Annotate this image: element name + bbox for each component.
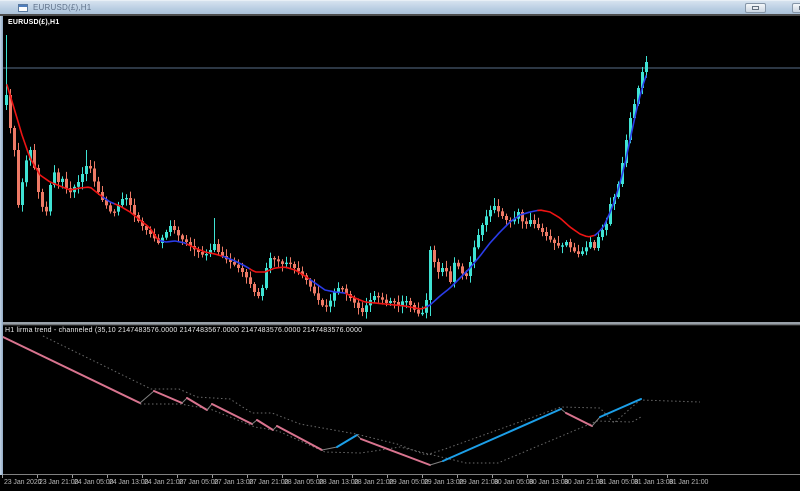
- time-axis-label: 29 Jan 05:00: [389, 479, 429, 486]
- symbol-period-label: EURUSD(£),H1: [8, 19, 60, 26]
- edge-window-button[interactable]: [792, 3, 800, 13]
- time-axis-label: 30 Jan 13:00: [529, 479, 569, 486]
- time-axis-tick: [667, 475, 668, 478]
- restore-window-icon: [752, 6, 759, 10]
- time-axis-tick: [142, 475, 143, 478]
- time-axis-label: 24 Jan 05:00: [74, 479, 114, 486]
- restore-window-button[interactable]: [745, 3, 766, 13]
- time-axis-label: 23 Jan 21:00: [39, 479, 79, 486]
- time-axis-label: 29 Jan 13:00: [424, 479, 464, 486]
- time-axis-label: 30 Jan 05:00: [494, 479, 534, 486]
- time-axis-label: 31 Jan 13:00: [634, 479, 674, 486]
- titlebar[interactable]: EURUSD(£),H1: [0, 0, 800, 14]
- time-axis-label: 29 Jan 21:00: [459, 479, 499, 486]
- time-axis-label: 31 Jan 05:00: [599, 479, 639, 486]
- time-axis-label: 27 Jan 13:00: [214, 479, 254, 486]
- time-axis-label: 28 Jan 05:00: [284, 479, 324, 486]
- time-axis-tick: [247, 475, 248, 478]
- time-axis-tick: [282, 475, 283, 478]
- titlebar-underline: [0, 14, 800, 16]
- time-axis-label: 24 Jan 13:00: [109, 479, 149, 486]
- time-axis-tick: [492, 475, 493, 478]
- time-axis-tick: [387, 475, 388, 478]
- time-axis-tick: [597, 475, 598, 478]
- chart-window-icon: [18, 3, 28, 12]
- time-axis-tick: [37, 475, 38, 478]
- window-left-border: [0, 16, 3, 491]
- time-axis-label: 23 Jan 2020: [4, 479, 42, 486]
- time-axis-label: 24 Jan 21:00: [144, 479, 184, 486]
- chart-window: EURUSD(£),H1 EURUSD(£),H1 H1 lirma trend…: [0, 0, 800, 491]
- time-axis-label: 28 Jan 21:00: [354, 479, 394, 486]
- time-axis[interactable]: 23 Jan 2020 23 Jan 21:00 24 Jan 05:00 24 Ja…: [0, 475, 800, 491]
- time-axis-tick: [352, 475, 353, 478]
- time-axis-tick: [212, 475, 213, 478]
- time-axis-label: 27 Jan 21:00: [249, 479, 289, 486]
- time-axis-tick: [422, 475, 423, 478]
- window-title: EURUSD(£),H1: [33, 2, 92, 12]
- time-axis-tick: [317, 475, 318, 478]
- time-axis-tick: [107, 475, 108, 478]
- main-chart-canvas[interactable]: [0, 0, 800, 491]
- time-axis-label: 28 Jan 13:00: [319, 479, 359, 486]
- time-axis-label: 31 Jan 21:00: [669, 479, 709, 486]
- time-axis-tick: [72, 475, 73, 478]
- time-axis-tick: [177, 475, 178, 478]
- time-axis-label: 27 Jan 05:00: [179, 479, 219, 486]
- time-axis-tick: [527, 475, 528, 478]
- time-axis-tick: [457, 475, 458, 478]
- time-axis-tick: [562, 475, 563, 478]
- indicator-name-label: H1 lirma trend - channeled (35,10 214748…: [5, 327, 363, 334]
- time-axis-tick: [632, 475, 633, 478]
- time-axis-label: 30 Jan 21:00: [564, 479, 604, 486]
- time-axis-tick: [2, 475, 3, 478]
